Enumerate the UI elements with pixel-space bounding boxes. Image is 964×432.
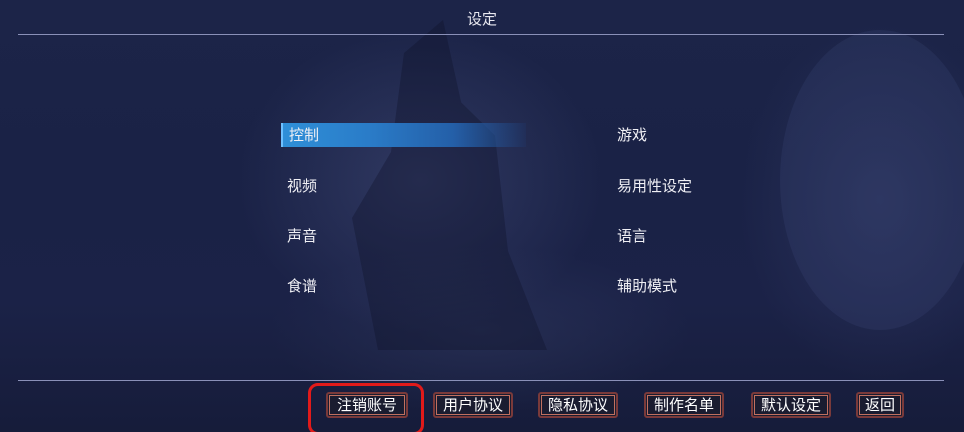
page-title: 设定 xyxy=(466,10,497,28)
bottom-divider xyxy=(18,380,944,381)
menu-item-recipes[interactable]: 食谱 xyxy=(281,274,401,298)
reset-defaults-button[interactable]: 默认设定 xyxy=(751,392,831,418)
credits-button[interactable]: 制作名单 xyxy=(644,392,724,418)
user-agreement-button[interactable]: 用户协议 xyxy=(433,392,513,418)
back-button[interactable]: 返回 xyxy=(856,392,904,418)
moon-decoration xyxy=(780,30,964,330)
menu-item-game[interactable]: 游戏 xyxy=(611,123,771,147)
menu-item-language[interactable]: 语言 xyxy=(611,224,771,248)
menu-item-assist-mode[interactable]: 辅助模式 xyxy=(611,274,771,298)
top-divider xyxy=(18,34,944,35)
menu-item-sound[interactable]: 声音 xyxy=(281,224,401,248)
menu-item-accessibility[interactable]: 易用性设定 xyxy=(611,174,771,198)
delete-account-button[interactable]: 注销账号 xyxy=(326,392,408,418)
privacy-policy-button[interactable]: 隐私协议 xyxy=(538,392,618,418)
menu-item-controls[interactable]: 控制 xyxy=(281,123,526,147)
menu-item-video[interactable]: 视频 xyxy=(281,174,401,198)
